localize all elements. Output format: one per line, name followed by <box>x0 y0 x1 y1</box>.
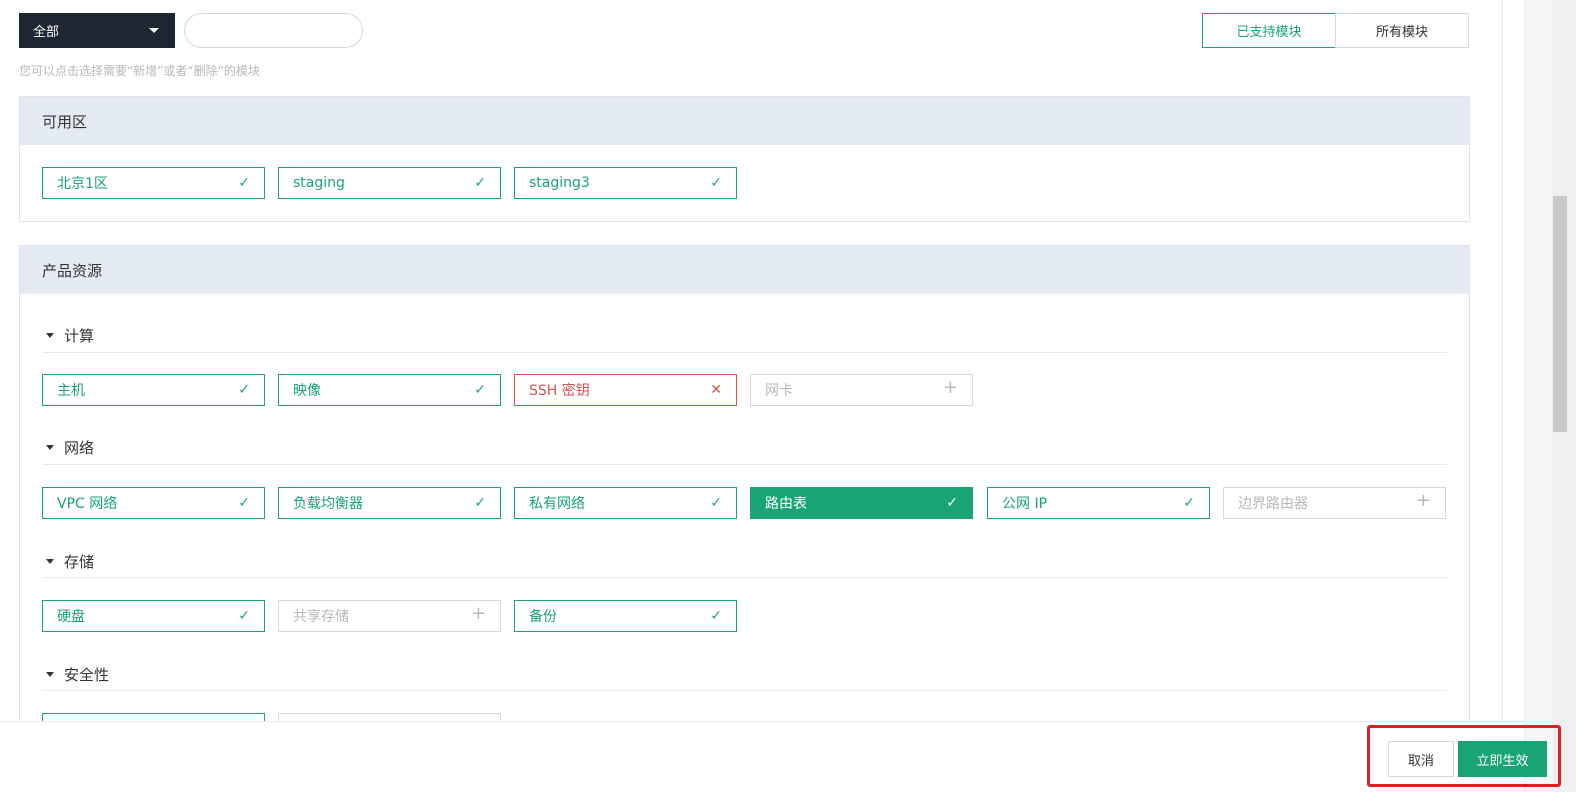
check-icon: ✓ <box>238 382 250 398</box>
products-panel: 产品资源 计算 主机 ✓ 映像 ✓ SSH 密钥 ✕ 网卡 + 网络 VPC 网… <box>19 245 1470 792</box>
caret-down-icon <box>149 28 159 33</box>
check-icon: ✓ <box>474 175 486 191</box>
module-tag[interactable]: 边界路由器 + <box>1223 487 1446 519</box>
caret-down-icon <box>46 672 54 677</box>
tag-label: 备份 <box>529 609 557 625</box>
search-input[interactable] <box>184 13 363 48</box>
tag-label: SSH 密钥 <box>529 383 590 399</box>
tag-label: 公网 IP <box>1002 496 1048 512</box>
filter-dropdown-label: 全部 <box>33 25 60 40</box>
tag-label: 映像 <box>293 383 321 399</box>
divider <box>42 577 1447 578</box>
plus-icon: + <box>1415 490 1431 511</box>
group-title: 计算 <box>64 327 95 345</box>
divider <box>42 352 1447 353</box>
content-gutter <box>1502 0 1524 792</box>
module-tag[interactable]: 路由表 ✓ <box>750 487 973 519</box>
tag-label: staging <box>293 175 345 191</box>
module-tag[interactable]: 共享存储 + <box>278 600 501 632</box>
panel-title: 可用区 <box>20 97 1469 145</box>
check-icon: ✓ <box>710 175 722 191</box>
tag-label: staging3 <box>529 175 590 191</box>
group-title: 网络 <box>64 439 95 457</box>
module-tag[interactable]: 公网 IP ✓ <box>987 487 1210 519</box>
module-tag[interactable]: SSH 密钥 ✕ <box>514 374 737 406</box>
tag-label: 共享存储 <box>293 609 349 625</box>
group-compute-toggle[interactable]: 计算 <box>42 325 94 346</box>
plus-icon: + <box>942 377 958 398</box>
caret-down-icon <box>46 559 54 564</box>
tag-label: 负载均衡器 <box>293 496 363 512</box>
tag-label: 硬盘 <box>57 609 85 625</box>
check-icon: ✓ <box>710 608 722 624</box>
tab-supported-modules[interactable]: 已支持模块 <box>1202 13 1336 48</box>
tag-label: 北京1区 <box>57 176 108 192</box>
tag-label: 边界路由器 <box>1238 496 1308 512</box>
divider <box>42 690 1447 691</box>
scrollbar-track <box>1524 0 1552 792</box>
divider <box>42 464 1447 465</box>
module-config-page: 全部 您可以点击选择需要“新增”或者“删除”的模块 已支持模块 所有模块 可用区… <box>0 0 1576 792</box>
tag-label: 私有网络 <box>529 496 585 512</box>
caret-down-icon <box>46 333 54 338</box>
caret-down-icon <box>46 445 54 450</box>
check-icon: ✓ <box>238 608 250 624</box>
panel-title: 产品资源 <box>20 246 1469 294</box>
zone-tag[interactable]: 北京1区 ✓ <box>42 167 265 199</box>
tag-label: 网卡 <box>765 383 793 399</box>
module-tag[interactable]: VPC 网络 ✓ <box>42 487 265 519</box>
check-icon: ✓ <box>1183 495 1195 511</box>
module-tag[interactable]: 网卡 + <box>750 374 973 406</box>
cancel-button[interactable]: 取消 <box>1388 741 1454 777</box>
apply-now-button[interactable]: 立即生效 <box>1458 741 1547 777</box>
tag-label: 路由表 <box>765 496 807 512</box>
group-title: 安全性 <box>64 666 110 684</box>
tag-label: 主机 <box>57 383 85 399</box>
zones-panel: 可用区 北京1区 ✓ staging ✓ staging3 ✓ <box>19 96 1470 222</box>
check-icon: ✓ <box>238 495 250 511</box>
close-icon: ✕ <box>710 382 722 398</box>
tag-label: VPC 网络 <box>57 496 118 512</box>
module-tag[interactable]: 私有网络 ✓ <box>514 487 737 519</box>
zone-tag[interactable]: staging3 ✓ <box>514 167 737 199</box>
filter-dropdown[interactable]: 全部 <box>19 13 175 48</box>
group-title: 存储 <box>64 553 95 571</box>
check-icon: ✓ <box>474 382 486 398</box>
plus-icon: + <box>470 603 486 624</box>
hint-text: 您可以点击选择需要“新增”或者“删除”的模块 <box>19 64 260 78</box>
module-tag[interactable]: 主机 ✓ <box>42 374 265 406</box>
zone-tag[interactable]: staging ✓ <box>278 167 501 199</box>
module-tag[interactable]: 负载均衡器 ✓ <box>278 487 501 519</box>
check-icon: ✓ <box>474 495 486 511</box>
check-icon: ✓ <box>946 495 958 511</box>
group-network-toggle[interactable]: 网络 <box>42 437 94 458</box>
check-icon: ✓ <box>238 175 250 191</box>
scrollbar-thumb[interactable] <box>1553 196 1567 432</box>
module-tag[interactable]: 备份 ✓ <box>514 600 737 632</box>
footer-bar <box>0 721 1524 792</box>
group-security-toggle[interactable]: 安全性 <box>42 664 109 685</box>
module-tag[interactable]: 映像 ✓ <box>278 374 501 406</box>
group-storage-toggle[interactable]: 存储 <box>42 551 94 572</box>
module-tag[interactable]: 硬盘 ✓ <box>42 600 265 632</box>
tab-all-modules[interactable]: 所有模块 <box>1335 13 1469 48</box>
check-icon: ✓ <box>710 495 722 511</box>
